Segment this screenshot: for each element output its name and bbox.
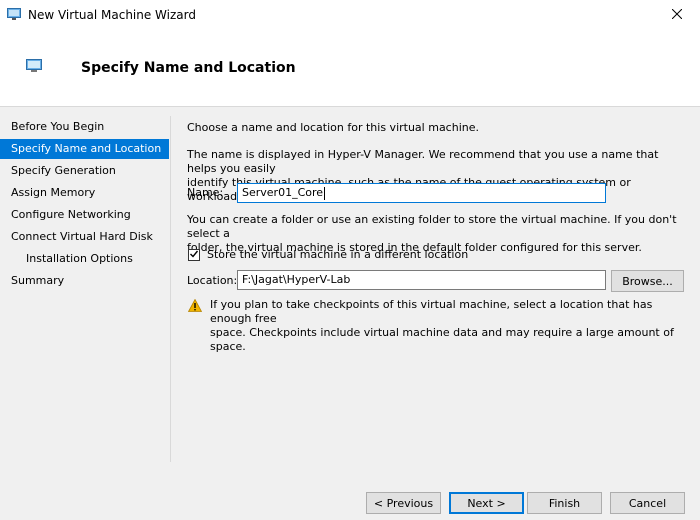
wizard-header: Specify Name and Location	[0, 30, 700, 107]
different-location-label[interactable]: Store the virtual machine in a different…	[207, 248, 468, 262]
title-bar: New Virtual Machine Wizard	[0, 0, 700, 30]
folder-description-line-1: You can create a folder or use an existi…	[187, 213, 677, 240]
nav-item-connect-virtual-hard-disk[interactable]: Connect Virtual Hard Disk	[0, 227, 169, 247]
vm-monitor-icon	[26, 58, 42, 74]
main-content: Choose a name and location for this virt…	[187, 116, 687, 462]
next-button[interactable]: Next >	[449, 492, 524, 514]
nav-item-installation-options[interactable]: Installation Options	[0, 249, 169, 269]
vm-monitor-icon	[7, 8, 21, 20]
location-input[interactable]: F:\Jagat\HyperV-Lab	[237, 270, 606, 290]
close-button[interactable]	[654, 0, 700, 30]
browse-button[interactable]: Browse...	[611, 270, 684, 292]
nav-item-specify-generation[interactable]: Specify Generation	[0, 161, 169, 181]
vm-name-value: Server01_Core	[242, 186, 324, 199]
nav-item-summary[interactable]: Summary	[0, 271, 169, 291]
checkmark-icon	[189, 249, 199, 262]
nav-item-assign-memory[interactable]: Assign Memory	[0, 183, 169, 203]
location-label: Location:	[187, 274, 238, 287]
text-caret	[324, 186, 326, 200]
page-title: Specify Name and Location	[81, 60, 296, 76]
nav-item-configure-networking[interactable]: Configure Networking	[0, 205, 169, 225]
different-location-checkbox[interactable]	[188, 249, 200, 261]
wizard-steps-nav: Before You Begin Specify Name and Locati…	[0, 116, 171, 462]
cancel-button[interactable]: Cancel	[610, 492, 685, 514]
close-icon	[671, 8, 683, 22]
name-label: Name:	[187, 186, 224, 199]
nav-item-before-you-begin[interactable]: Before You Begin	[0, 117, 169, 137]
previous-button[interactable]: < Previous	[366, 492, 441, 514]
warning-line-1: If you plan to take checkpoints of this …	[210, 298, 653, 325]
warning-icon	[187, 298, 203, 312]
finish-button[interactable]: Finish	[527, 492, 602, 514]
warning-line-2: space. Checkpoints include virtual machi…	[210, 326, 674, 353]
name-description-line-1: The name is displayed in Hyper-V Manager…	[187, 148, 659, 175]
window-title: New Virtual Machine Wizard	[28, 8, 196, 22]
checkpoint-warning: If you plan to take checkpoints of this …	[210, 298, 687, 354]
vm-name-input[interactable]: Server01_Core	[237, 183, 606, 203]
intro-text: Choose a name and location for this virt…	[187, 121, 479, 134]
nav-item-specify-name-and-location[interactable]: Specify Name and Location	[0, 139, 169, 159]
